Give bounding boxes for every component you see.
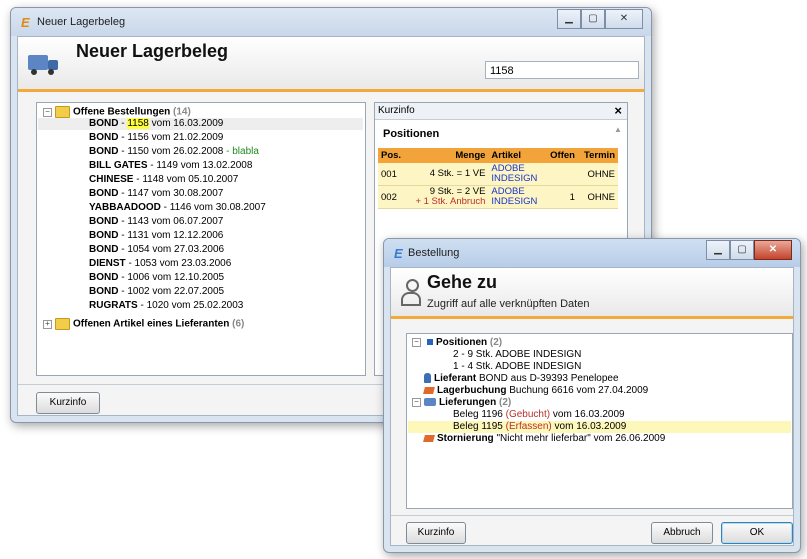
tree-pos-item[interactable]: 2 - 9 Stk. ADOBE INDESIGN: [453, 349, 581, 361]
order-item[interactable]: BOND - 1150 vom 26.02.2008 - blabla: [89, 146, 259, 158]
dialog-client: Gehe zu Zugriff auf alle verknüpften Dat…: [390, 267, 794, 546]
termin-cell: OHNE: [577, 163, 618, 186]
pos-cell: 001: [378, 163, 407, 186]
kurzinfo-panel-title: Kurzinfo: [378, 105, 415, 116]
order-item[interactable]: BILL GATES - 1149 vom 13.02.2008: [89, 160, 252, 172]
dialog-kurzinfo-button[interactable]: Kurzinfo: [406, 522, 466, 544]
search-highlight: 1158: [127, 118, 149, 129]
artikel-link[interactable]: ADOBE INDESIGN: [488, 185, 545, 209]
person-icon: [424, 373, 431, 384]
pos-cell: 002: [378, 185, 407, 209]
dialog-header: Gehe zu Zugriff auf alle verknüpften Dat…: [391, 268, 793, 319]
search-input[interactable]: 1158: [485, 61, 639, 79]
positionen-table: Pos. Menge Artikel Offen Termin 001 4 Stk. = …: [378, 148, 618, 209]
order-item[interactable]: YABBAADOOD - 1146 vom 30.08.2007: [89, 202, 266, 214]
tree-node-stornierung[interactable]: Stornierung "Nicht mehr lieferbar" vom 2…: [423, 433, 665, 445]
kurzinfo-close-icon[interactable]: ×: [614, 103, 622, 118]
column-header[interactable]: Pos.: [378, 148, 407, 163]
main-header: Neuer Lagerbeleg 1158: [18, 37, 644, 92]
app-logo-icon: E: [394, 246, 403, 261]
minimize-button[interactable]: ▁: [557, 9, 581, 29]
order-item[interactable]: RUGRATS - 1020 vom 25.02.2003: [89, 300, 243, 312]
order-item[interactable]: BOND - 1158 vom 16.03.2009: [38, 118, 363, 130]
menge-cell: 4 Stk. = 1 VE: [406, 163, 489, 186]
order-item[interactable]: CHINESE - 1148 vom 05.10.2007: [89, 174, 238, 186]
bestellung-dialog: E Bestellung ▁ ▢ ✕ Gehe zu Zugriff auf a…: [383, 238, 801, 553]
tree-beleg-item-selected[interactable]: Beleg 1195 (Erfassen) vom 16.03.2009: [453, 421, 626, 433]
collapse-icon[interactable]: −: [412, 337, 421, 347]
offen-cell: 1: [544, 185, 578, 209]
close-button[interactable]: ✕: [605, 9, 643, 29]
positionen-heading: Positionen: [383, 128, 440, 140]
artikel-link[interactable]: ADOBE INDESIGN: [488, 163, 545, 186]
bullet-icon: [427, 339, 433, 346]
order-item[interactable]: BOND - 1131 vom 12.12.2006: [89, 230, 223, 242]
tree-group-offenen-artikel[interactable]: + Offenen Artikel eines Lieferanten (6): [43, 318, 244, 331]
truck-icon: [424, 398, 436, 407]
tree-group-offene-bestellungen[interactable]: − Offene Bestellungen (14): [43, 106, 191, 119]
divider: [391, 515, 793, 516]
abbruch-button[interactable]: Abbruch: [651, 522, 713, 544]
folder-icon: [55, 106, 70, 118]
column-header[interactable]: Artikel: [488, 148, 545, 163]
ok-button[interactable]: OK: [721, 522, 793, 544]
order-item[interactable]: BOND - 1006 vom 12.10.2005: [89, 272, 224, 284]
truck-icon: [28, 55, 58, 77]
tree-node-lagerbuchung[interactable]: Lagerbuchung Buchung 6616 vom 27.04.2009: [423, 385, 648, 397]
kurzinfo-button[interactable]: Kurzinfo: [36, 392, 100, 414]
order-item[interactable]: BOND - 1156 vom 21.02.2009: [89, 132, 223, 144]
cancel-icon: [423, 434, 435, 442]
table-row[interactable]: 001 4 Stk. = 1 VE ADOBE INDESIGN OHNE: [378, 163, 618, 186]
main-header-title: Neuer Lagerbeleg: [76, 41, 229, 61]
collapse-icon[interactable]: −: [43, 107, 52, 117]
order-item[interactable]: DIENST - 1053 vom 23.03.2006: [89, 258, 231, 270]
maximize-button[interactable]: ▢: [581, 9, 605, 29]
folder-icon: [55, 318, 70, 330]
goto-figure-icon: [399, 278, 421, 306]
collapse-icon[interactable]: −: [412, 397, 421, 407]
booking-icon: [423, 386, 435, 394]
expand-icon[interactable]: +: [43, 319, 52, 329]
order-item[interactable]: BOND - 1147 vom 30.08.2007: [89, 188, 223, 200]
tree-beleg-item[interactable]: Beleg 1196 (Gebucht) vom 16.03.2009: [453, 409, 625, 421]
goto-tree[interactable]: − Positionen (2) 2 - 9 Stk. ADOBE INDESIG…: [406, 333, 793, 509]
kurzinfo-panel-header: Kurzinfo ×: [375, 103, 627, 120]
tree-node-lieferant[interactable]: Lieferant BOND aus D-39393 Penelopee: [424, 373, 619, 385]
table-row[interactable]: 002 9 Stk. = 2 VE + 1 Stk. Anbruch ADOBE IND…: [378, 185, 618, 209]
column-header[interactable]: Menge: [406, 148, 489, 163]
order-item[interactable]: BOND - 1002 vom 22.07.2005: [89, 286, 224, 298]
dialog-titlebar[interactable]: E Bestellung ▁ ▢ ✕: [384, 239, 800, 267]
dialog-close-button[interactable]: ✕: [754, 240, 792, 260]
orders-tree[interactable]: − Offene Bestellungen (14) BOND - 1158 vo…: [36, 102, 366, 376]
menge-cell: 9 Stk. = 2 VE + 1 Stk. Anbruch: [406, 185, 489, 209]
order-item[interactable]: BOND - 1143 vom 06.07.2007: [89, 216, 223, 228]
offen-cell: [544, 163, 578, 186]
termin-cell: OHNE: [577, 185, 618, 209]
tree-node-positionen[interactable]: − Positionen (2): [412, 337, 502, 349]
dialog-header-title: Gehe zu: [427, 272, 498, 292]
main-window-title: Neuer Lagerbeleg: [37, 16, 126, 28]
dialog-minimize-button[interactable]: ▁: [706, 240, 730, 260]
dialog-header-subtitle: Zugriff auf alle verknüpften Daten: [427, 298, 590, 310]
tree-node-lieferungen[interactable]: − Lieferungen (2): [412, 397, 511, 409]
order-item[interactable]: BOND - 1054 vom 27.03.2006: [89, 244, 224, 256]
main-titlebar[interactable]: E Neuer Lagerbeleg ▁ ▢ ✕: [11, 8, 651, 36]
column-header[interactable]: Termin: [577, 148, 618, 163]
app-logo-icon: E: [21, 15, 30, 30]
dialog-maximize-button[interactable]: ▢: [730, 240, 754, 260]
tree-pos-item[interactable]: 1 - 4 Stk. ADOBE INDESIGN: [453, 361, 581, 373]
dialog-title: Bestellung: [408, 247, 460, 259]
column-header[interactable]: Offen: [544, 148, 578, 163]
